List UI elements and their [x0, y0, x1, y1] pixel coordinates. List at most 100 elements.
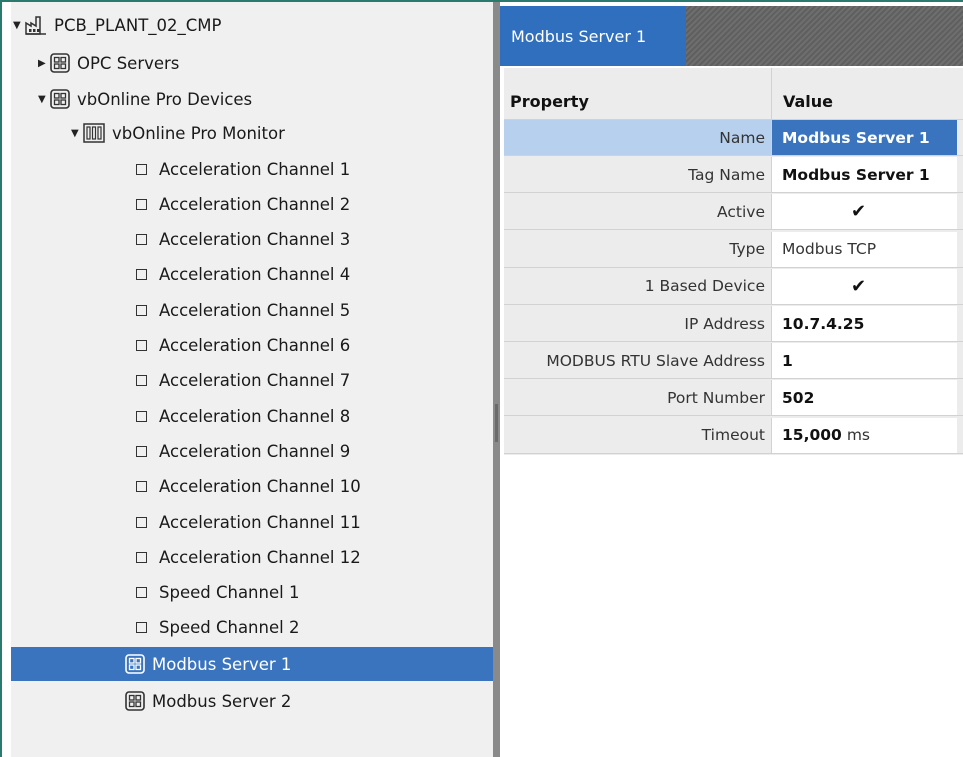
channel-square-icon — [136, 481, 147, 493]
tree-node-label: Acceleration Channel 9 — [159, 441, 351, 461]
property-row[interactable]: Port Number 502 — [504, 380, 963, 417]
property-name: MODBUS RTU Slave Address — [504, 343, 772, 379]
tree-node-label: OPC Servers — [77, 53, 180, 73]
tree-node-channel[interactable]: Acceleration Channel 5 — [136, 293, 350, 327]
tree-node-modbus-server[interactable]: Modbus Server 2 — [11, 684, 291, 718]
channel-square-icon — [136, 375, 147, 387]
channel-square-icon — [136, 269, 147, 281]
property-row[interactable]: MODBUS RTU Slave Address 1 — [504, 343, 963, 380]
grid-edge — [957, 194, 963, 230]
channel-square-icon — [136, 445, 147, 457]
tree-node-modbus-server[interactable]: Modbus Server 1 — [11, 647, 493, 681]
property-grid: Property Value Name Modbus Server 1 Tag Name… — [504, 68, 963, 455]
property-value[interactable]: 15,000 ms — [772, 417, 957, 453]
tree-node-root[interactable]: ▼ PCB_PLANT_02_CMP — [13, 8, 221, 42]
tree-node-channel[interactable]: Acceleration Channel 8 — [136, 399, 350, 433]
tree-node-label: vbOnline Pro Devices — [77, 89, 253, 109]
tree-node-channel[interactable]: Acceleration Channel 2 — [136, 187, 350, 221]
tab-strip: Modbus Server 1 — [500, 6, 963, 66]
property-value[interactable]: Modbus TCP — [772, 231, 957, 267]
property-row[interactable]: Timeout 15,000 ms — [504, 417, 963, 454]
tree-node-label: vbOnline Pro Monitor — [112, 123, 285, 143]
grid-icon — [125, 691, 145, 711]
checkmark-icon[interactable]: ✔ — [851, 201, 866, 222]
expand-arrow-icon[interactable]: ▼ — [71, 128, 83, 139]
tree-node-channel[interactable]: Acceleration Channel 12 — [136, 540, 361, 574]
tree-node-label: Acceleration Channel 1 — [159, 159, 351, 179]
property-value[interactable]: Modbus Server 1 — [772, 120, 957, 155]
tree-node-channel[interactable]: Acceleration Channel 4 — [136, 258, 350, 292]
channel-square-icon — [136, 198, 147, 210]
tree-node-channel[interactable]: Acceleration Channel 9 — [136, 434, 350, 468]
grid-edge — [957, 380, 963, 416]
tree-node-channel[interactable]: Acceleration Channel 7 — [136, 364, 350, 398]
property-row[interactable]: IP Address 10.7.4.25 — [504, 306, 963, 342]
panel-splitter[interactable] — [493, 2, 500, 757]
property-value-text: Modbus Server 1 — [782, 165, 930, 184]
tree-node-label: Acceleration Channel 5 — [159, 300, 351, 320]
grid-icon — [50, 89, 70, 109]
property-value-text: 15,000 — [782, 426, 842, 445]
property-name: IP Address — [504, 306, 772, 341]
tree-node-channel[interactable]: Speed Channel 1 — [136, 576, 299, 610]
expand-arrow-icon[interactable]: ▼ — [38, 94, 50, 105]
tree-node-label: Acceleration Channel 3 — [159, 230, 351, 250]
property-name: Tag Name — [504, 157, 772, 193]
tree-node-vbonline-devices[interactable]: ▼ vbOnline Pro Devices — [38, 82, 252, 116]
splitter-grip-handle[interactable] — [495, 404, 498, 442]
property-row[interactable]: Type Modbus TCP — [504, 231, 963, 268]
property-value[interactable]: ✔ — [772, 268, 957, 304]
property-row[interactable]: Tag Name Modbus Server 1 — [504, 157, 963, 194]
property-name: Active — [504, 194, 772, 230]
channel-square-icon — [136, 516, 147, 528]
tree-node-channel[interactable]: Acceleration Channel 3 — [136, 223, 350, 257]
property-name: Type — [504, 231, 772, 267]
grid-edge — [957, 120, 963, 155]
grid-edge — [957, 157, 963, 193]
property-value-text: 1 — [782, 351, 793, 370]
tree-node-label: Modbus Server 1 — [152, 654, 292, 674]
device-tree[interactable]: ▼ PCB_PLANT_02_CMP ▶ OPC Servers ▼ vbOnl… — [11, 2, 493, 757]
channel-square-icon — [136, 622, 147, 634]
tree-node-label: Acceleration Channel 7 — [159, 371, 351, 391]
tab-label: Modbus Server 1 — [511, 26, 647, 46]
collapsed-arrow-icon[interactable]: ▶ — [38, 58, 50, 69]
grid-header-row[interactable]: Property Value — [504, 68, 963, 120]
tree-node-label: Acceleration Channel 10 — [159, 477, 361, 497]
property-value[interactable]: Modbus Server 1 — [772, 157, 957, 193]
tree-node-label: Acceleration Channel 4 — [159, 265, 351, 285]
tree-node-channel[interactable]: Acceleration Channel 10 — [136, 470, 361, 504]
expand-arrow-icon[interactable]: ▼ — [13, 20, 25, 31]
property-panel: Modbus Server 1 Property Value Name Modbus … — [500, 2, 963, 757]
channel-square-icon — [136, 410, 147, 422]
grid-edge — [957, 417, 963, 453]
column-header-property[interactable]: Property — [504, 68, 772, 119]
checkmark-icon[interactable]: ✔ — [851, 276, 866, 297]
tree-node-channel[interactable]: Acceleration Channel 11 — [136, 505, 361, 539]
tree-node-vbonline-monitor[interactable]: ▼ vbOnline Pro Monitor — [71, 116, 285, 150]
tree-node-channel[interactable]: Acceleration Channel 1 — [136, 152, 350, 186]
column-header-value[interactable]: Value — [772, 68, 957, 119]
tree-node-channel[interactable]: Speed Channel 2 — [136, 611, 299, 645]
property-row[interactable]: Active ✔ — [504, 194, 963, 231]
channel-square-icon — [136, 234, 147, 246]
tree-node-label: Speed Channel 2 — [159, 618, 300, 638]
property-row[interactable]: Name Modbus Server 1 — [504, 120, 963, 156]
tree-node-label: Acceleration Channel 11 — [159, 512, 361, 532]
property-value[interactable]: ✔ — [772, 194, 957, 230]
tab-modbus-server-1[interactable]: Modbus Server 1 — [500, 6, 686, 66]
property-value[interactable]: 10.7.4.25 — [772, 306, 957, 341]
property-value-text: Modbus Server 1 — [782, 128, 930, 147]
tree-node-opc-servers[interactable]: ▶ OPC Servers — [38, 46, 179, 80]
grid-icon — [125, 654, 145, 674]
channel-square-icon — [136, 304, 147, 316]
property-value-text: 10.7.4.25 — [782, 314, 865, 333]
tree-node-channel[interactable]: Acceleration Channel 6 — [136, 329, 350, 363]
property-row[interactable]: 1 Based Device ✔ — [504, 268, 963, 305]
grid-edge — [957, 306, 963, 341]
property-value[interactable]: 502 — [772, 380, 957, 416]
property-value[interactable]: 1 — [772, 343, 957, 379]
channel-square-icon — [136, 551, 147, 563]
property-name: Timeout — [504, 417, 772, 453]
tree-node-label: Acceleration Channel 8 — [159, 406, 351, 426]
